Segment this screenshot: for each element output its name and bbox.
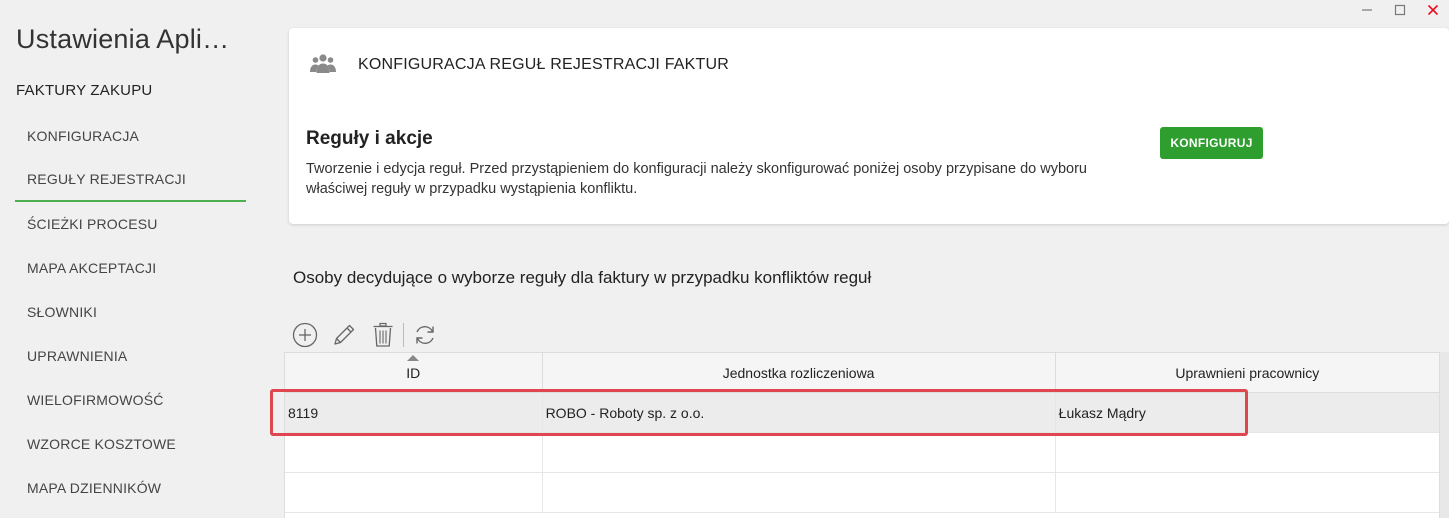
grid-header: ID Jednostka rozliczeniowa Uprawnieni pr… xyxy=(285,353,1439,393)
card-header: KONFIGURACJA REGUŁ REJESTRACJI FAKTUR xyxy=(358,56,730,73)
column-header-label: Jednostka rozliczeniowa xyxy=(722,364,875,381)
refresh-icon xyxy=(416,326,434,344)
minimize-icon xyxy=(1361,9,1372,11)
rules-config-card: KONFIGURACJA REGUŁ REJESTRACJI FAKTUR Re… xyxy=(289,28,1449,224)
grid-scrollbar[interactable] xyxy=(1440,352,1449,518)
refresh-button[interactable] xyxy=(410,320,440,350)
persons-section-title: Osoby decydujące o wyborze reguły dla fa… xyxy=(293,268,872,287)
close-button[interactable] xyxy=(1416,0,1449,20)
sidebar-nav: KONFIGURACJA REGUŁY REJESTRACJI ŚCIEŻKI … xyxy=(15,114,246,510)
configure-button[interactable]: KONFIGURUJ xyxy=(1160,127,1263,159)
maximize-icon xyxy=(1394,4,1405,16)
card-description-line1: Tworzenie i edycja reguł. Przed przystąp… xyxy=(306,161,1087,177)
sort-ascending-icon xyxy=(407,355,420,361)
column-header-id[interactable]: ID xyxy=(285,353,543,392)
cell-id: 8119 xyxy=(285,393,543,432)
app-title: Ustawienia Apli… xyxy=(16,24,230,54)
edit-button[interactable] xyxy=(329,320,359,350)
empty-table-row xyxy=(285,473,1439,513)
empty-cell xyxy=(285,473,543,512)
cell-unit: ROBO - Roboty sp. z o.o. xyxy=(543,393,1056,432)
sidebar-item-wzorce-kosztowe[interactable]: WZORCE KOSZTOWE xyxy=(15,422,246,466)
sidebar-item-mapa-akceptacji[interactable]: MAPA AKCEPTACJI xyxy=(15,246,246,290)
trash-icon xyxy=(373,322,393,347)
card-description: Tworzenie i edycja reguł. Przed przystąp… xyxy=(306,159,1156,199)
column-header-label: ID xyxy=(406,364,421,381)
card-subtitle: Reguły i akcje xyxy=(306,128,433,149)
sidebar: Ustawienia Apli… FAKTURY ZAKUPU KONFIGUR… xyxy=(0,0,262,518)
table-row[interactable]: 8119 ROBO - Roboty sp. z o.o. Łukasz Mąd… xyxy=(285,393,1439,433)
minimize-button[interactable] xyxy=(1350,0,1383,20)
sidebar-item-uprawnienia[interactable]: UPRAWNIENIA xyxy=(15,334,246,378)
empty-cell xyxy=(543,473,1056,512)
sidebar-item-sciezki-procesu[interactable]: ŚCIEŻKI PROCESU xyxy=(15,202,246,246)
sidebar-item-mapa-dziennikow[interactable]: MAPA DZIENNIKÓW xyxy=(15,466,246,510)
sidebar-item-konfiguracja[interactable]: KONFIGURACJA xyxy=(15,114,246,158)
section-title: FAKTURY ZAKUPU xyxy=(16,82,153,99)
card-description-line2: właściwej reguły w przypadku wystąpienia… xyxy=(306,181,638,197)
add-button[interactable] xyxy=(290,320,320,350)
empty-cell xyxy=(285,433,543,472)
column-header-unit[interactable]: Jednostka rozliczeniowa xyxy=(543,353,1056,392)
sidebar-item-wielofirmowosc[interactable]: WIELOFIRMOWOŚĆ xyxy=(15,378,246,422)
maximize-button[interactable] xyxy=(1383,0,1416,20)
sidebar-item-slowniki[interactable]: SŁOWNIKI xyxy=(15,290,246,334)
sidebar-item-reguly-rejestracji[interactable]: REGUŁY REJESTRACJI xyxy=(15,158,246,202)
add-circle-icon xyxy=(292,322,318,348)
delete-button[interactable] xyxy=(368,320,398,350)
users-group-icon xyxy=(309,52,337,81)
empty-cell xyxy=(543,433,1056,472)
column-header-employees[interactable]: Uprawnieni pracownicy xyxy=(1056,353,1439,392)
persons-grid: ID Jednostka rozliczeniowa Uprawnieni pr… xyxy=(284,352,1440,518)
window-controls xyxy=(1350,0,1449,20)
column-header-label: Uprawnieni pracownicy xyxy=(1175,364,1320,381)
empty-cell xyxy=(1056,433,1439,472)
pencil-icon xyxy=(334,324,355,345)
grid-toolbar xyxy=(290,320,449,350)
close-icon xyxy=(1427,4,1438,16)
empty-table-row xyxy=(285,433,1439,473)
empty-cell xyxy=(1056,473,1439,512)
toolbar-separator xyxy=(403,323,404,347)
cell-employees: Łukasz Mądry xyxy=(1058,404,1146,421)
